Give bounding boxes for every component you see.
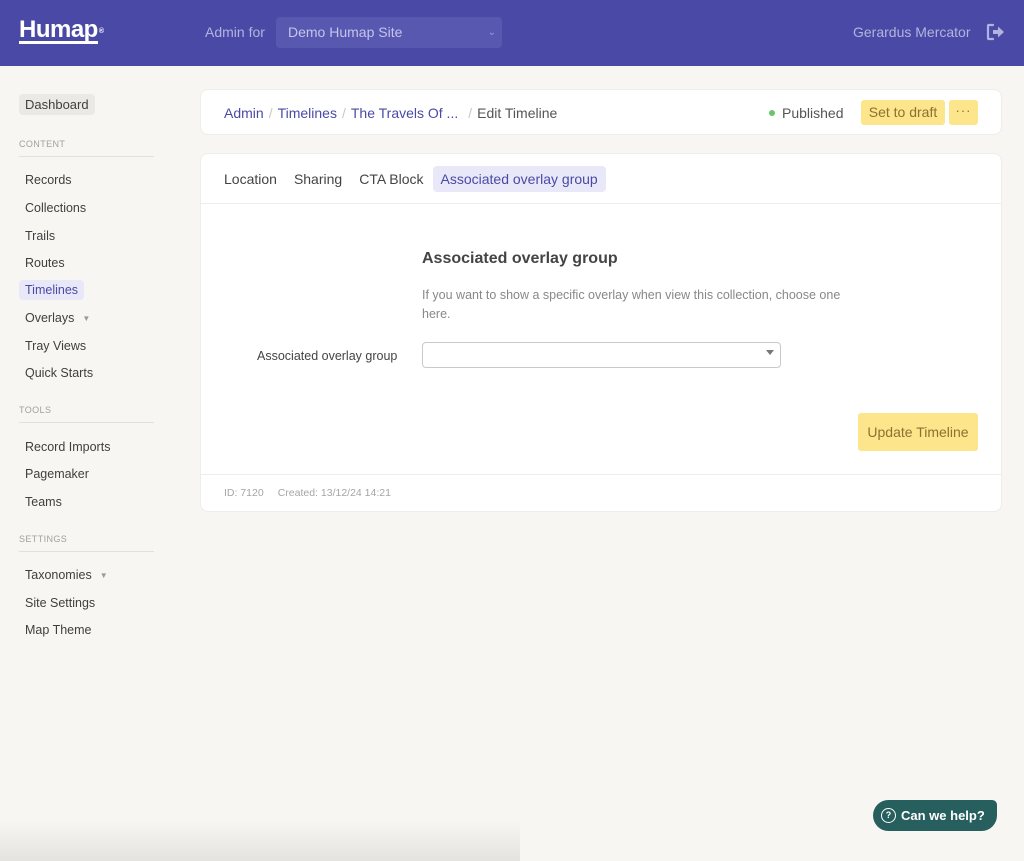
- bottom-shadow: [0, 820, 520, 861]
- tab-associated-overlay-group[interactable]: Associated overlay group: [432, 166, 606, 192]
- site-select[interactable]: Demo Humap Site ⌄: [276, 17, 502, 48]
- sidebar-item-overlays[interactable]: Overlays ▼: [19, 308, 96, 328]
- breadcrumb-separator: /: [341, 105, 346, 121]
- status-dot-icon: [769, 110, 775, 117]
- edit-timeline-panel: Location Sharing CTA Block Associated ov…: [200, 153, 1002, 512]
- divider: [201, 203, 1001, 204]
- sidebar-item-records[interactable]: Records: [19, 170, 78, 190]
- site-select-value: Demo Humap Site: [288, 24, 403, 40]
- breadcrumb-separator: /: [268, 105, 273, 121]
- status-label: Published: [782, 105, 844, 121]
- overlay-group-select[interactable]: [422, 342, 781, 368]
- help-button[interactable]: ? Can we help?: [873, 800, 997, 831]
- caret-down-icon: ▼: [82, 314, 91, 324]
- caret-down-icon: ▼: [99, 571, 108, 581]
- sidebar-item-site-settings[interactable]: Site Settings: [19, 593, 101, 613]
- top-bar: Humap® Admin for Demo Humap Site ⌄ Gerar…: [0, 0, 1024, 66]
- chevron-down-icon: ⌄: [487, 27, 496, 38]
- sidebar-section-settings: SETTINGS: [19, 534, 154, 552]
- breadcrumb-separator: /: [468, 105, 473, 121]
- breadcrumb-bar: Admin / Timelines / The Travels Of ... / Edit …: [200, 89, 1002, 135]
- section-title: Associated overlay group: [422, 250, 618, 267]
- overlay-group-label: Associated overlay group: [257, 349, 398, 363]
- sidebar-item-record-imports[interactable]: Record Imports: [19, 437, 116, 457]
- update-timeline-button[interactable]: Update Timeline: [858, 413, 978, 451]
- record-meta: ID: 7120 Created: 13/12/24 14:21: [224, 487, 391, 499]
- caret-down-icon: [766, 350, 774, 355]
- sidebar-item-collections[interactable]: Collections: [19, 198, 92, 218]
- tab-sharing[interactable]: Sharing: [286, 166, 350, 192]
- breadcrumb-current: Edit Timeline: [477, 105, 558, 121]
- sidebar-item-dashboard[interactable]: Dashboard: [19, 94, 95, 115]
- tab-cta-block[interactable]: CTA Block: [351, 166, 431, 192]
- tab-bar: Location Sharing CTA Block Associated ov…: [216, 166, 607, 192]
- status-badge: Published: [769, 105, 844, 121]
- sidebar-item-tray-views[interactable]: Tray Views: [19, 336, 92, 356]
- sidebar-item-map-theme[interactable]: Map Theme: [19, 620, 97, 640]
- set-to-draft-button[interactable]: Set to draft: [861, 100, 945, 125]
- sidebar-item-teams[interactable]: Teams: [19, 492, 68, 512]
- sidebar-item-label: Taxonomies: [25, 568, 92, 582]
- breadcrumb: Admin / Timelines / The Travels Of ... / Edit …: [224, 105, 557, 121]
- help-label: Can we help?: [901, 808, 985, 823]
- sidebar-item-trails[interactable]: Trails: [19, 226, 61, 246]
- tab-location[interactable]: Location: [216, 166, 285, 192]
- breadcrumb-timelines[interactable]: Timelines: [278, 105, 337, 121]
- record-created: Created: 13/12/24 14:21: [277, 487, 391, 499]
- question-circle-icon: ?: [881, 808, 896, 823]
- sidebar-section-tools: TOOLS: [19, 405, 154, 423]
- divider: [201, 474, 1001, 475]
- more-actions-button[interactable]: ···: [949, 100, 978, 125]
- breadcrumb-admin[interactable]: Admin: [224, 105, 264, 121]
- breadcrumb-timeline[interactable]: The Travels Of ...: [351, 105, 458, 121]
- humap-logo[interactable]: Humap®: [19, 17, 104, 44]
- section-help-text: If you want to show a specific overlay w…: [422, 288, 841, 321]
- sidebar-item-routes[interactable]: Routes: [19, 253, 71, 273]
- sidebar-item-pagemaker[interactable]: Pagemaker: [19, 464, 95, 484]
- sidebar-item-label: Overlays: [25, 311, 75, 325]
- sign-out-icon[interactable]: [986, 23, 1006, 41]
- sidebar-item-timelines[interactable]: Timelines: [19, 280, 85, 300]
- sidebar-item-quick-starts[interactable]: Quick Starts: [19, 363, 99, 383]
- sidebar-item-taxonomies[interactable]: Taxonomies ▼: [19, 565, 114, 585]
- admin-for-label: Admin for: [205, 24, 265, 40]
- record-id: ID: 7120: [224, 487, 264, 499]
- sidebar-section-content: CONTENT: [19, 139, 154, 157]
- user-name[interactable]: Gerardus Mercator: [853, 24, 970, 40]
